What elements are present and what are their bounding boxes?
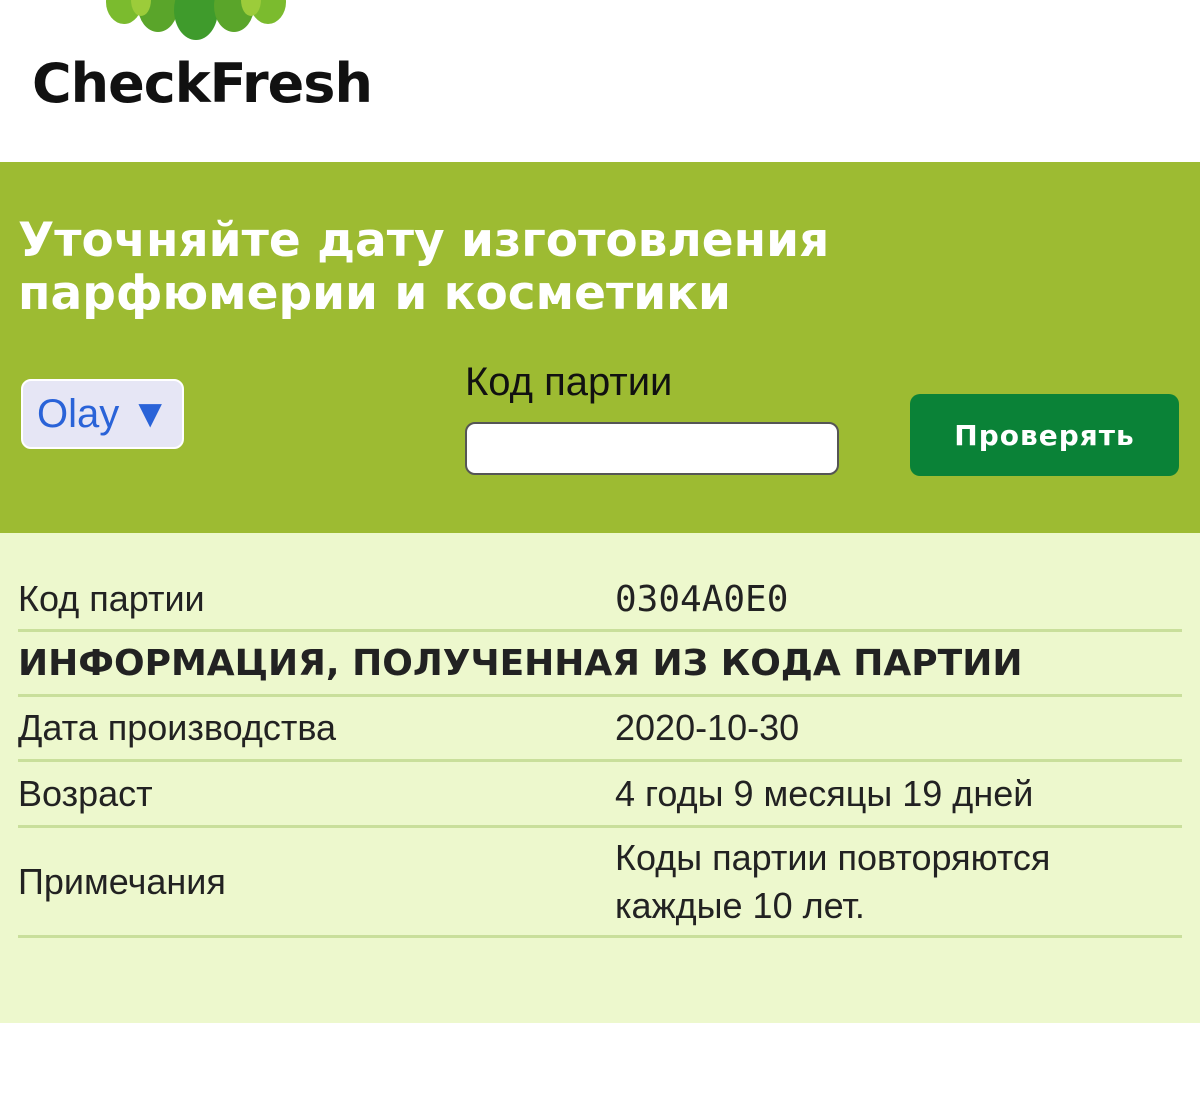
age-label: Возраст: [18, 760, 615, 828]
notes-label: Примечания: [18, 826, 615, 938]
green-leaves-logo-icon: [96, 0, 296, 42]
page-title: Уточняйте дату изготовления парфюмерии и…: [18, 213, 830, 321]
chevron-down-icon: ▼: [130, 392, 170, 436]
brand-select[interactable]: Olay ▼: [21, 379, 184, 449]
brand-name: CheckFresh: [32, 52, 373, 115]
table-row: Дата производства 2020-10-30: [18, 695, 1182, 762]
results-panel: Код партии 0304A0E0 ИНФОРМАЦИЯ, ПОЛУЧЕНН…: [0, 533, 1200, 1023]
section-heading: ИНФОРМАЦИЯ, ПОЛУЧЕННАЯ ИЗ КОДА ПАРТИИ: [18, 630, 1182, 697]
age-value: 4 годы 9 месяцы 19 дней: [615, 760, 1182, 828]
batch-code-value: 0304A0E0: [615, 569, 1182, 632]
results-table: Код партии 0304A0E0 ИНФОРМАЦИЯ, ПОЛУЧЕНН…: [18, 569, 1182, 938]
table-row: Возраст 4 годы 9 месяцы 19 дней: [18, 760, 1182, 828]
production-date-label: Дата производства: [18, 695, 615, 762]
batch-code-row-label: Код партии: [18, 569, 615, 632]
check-button[interactable]: Проверять: [910, 394, 1179, 476]
table-row: Код партии 0304A0E0: [18, 569, 1182, 632]
brand-select-value: Olay: [37, 392, 120, 436]
notes-value: Коды партии повторяются каждые 10 лет.: [615, 826, 1182, 938]
batch-code-label: Код партии: [465, 360, 673, 404]
search-panel: Уточняйте дату изготовления парфюмерии и…: [0, 162, 1200, 533]
table-row: ИНФОРМАЦИЯ, ПОЛУЧЕННАЯ ИЗ КОДА ПАРТИИ: [18, 630, 1182, 697]
site-header: CheckFresh: [0, 0, 1200, 162]
table-row: Примечания Коды партии повторяются кажды…: [18, 826, 1182, 938]
production-date-value: 2020-10-30: [615, 695, 1182, 762]
batch-code-input[interactable]: [465, 422, 839, 475]
